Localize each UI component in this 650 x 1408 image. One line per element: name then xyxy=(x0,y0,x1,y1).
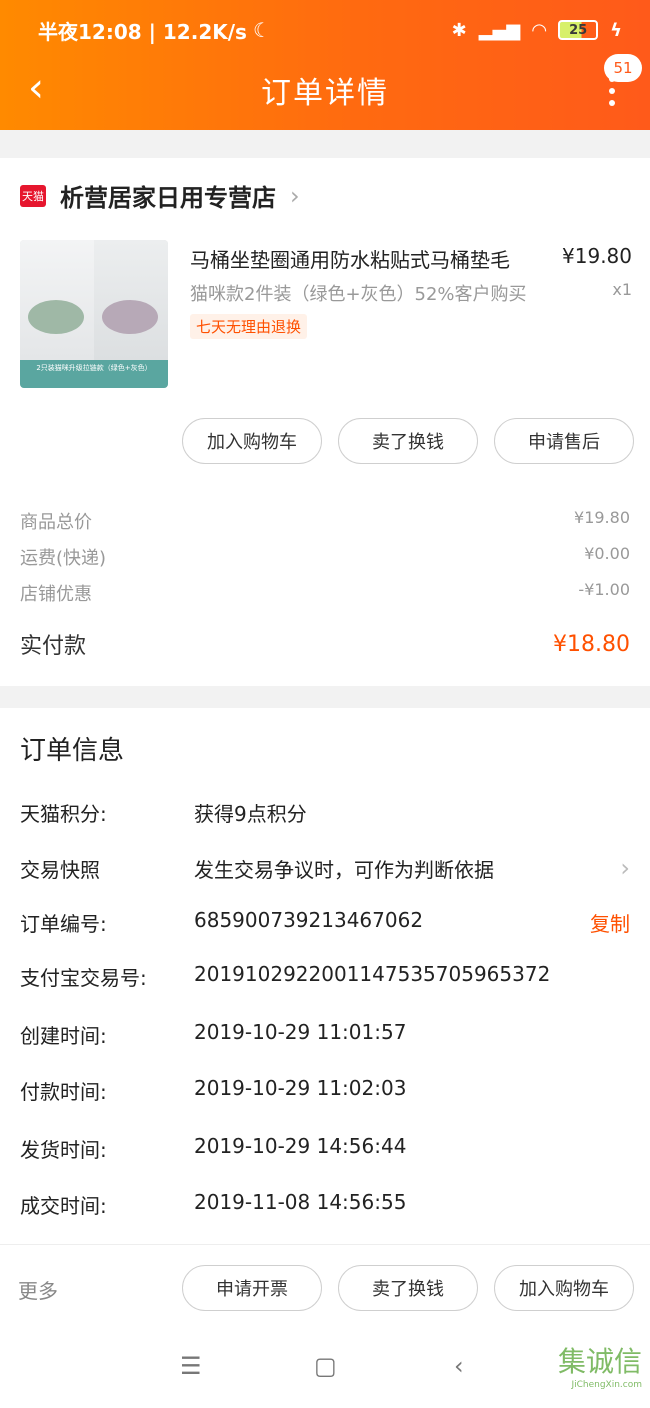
amount-paid-row: 实付款 ¥18.80 xyxy=(20,628,630,660)
menu-icon[interactable]: ☰ xyxy=(180,1352,202,1380)
more-button[interactable]: 更多 xyxy=(18,1275,58,1304)
watermark-text: 集诚信 xyxy=(557,1345,642,1378)
summary-label: 商品总价 xyxy=(20,512,92,533)
info-label: 支付宝交易号: xyxy=(20,966,147,990)
request-invoice-button[interactable]: 申请开票 xyxy=(182,1265,322,1311)
info-value: 2019-11-08 14:56:55 xyxy=(194,1190,407,1214)
add-to-cart-button[interactable]: 加入购物车 xyxy=(182,418,322,464)
info-value: 2019-10-29 11:01:57 xyxy=(194,1020,407,1044)
store-name: 析营居家日用专营店 xyxy=(60,184,276,212)
order-item-card: 天猫 析营居家日用专营店 › 2只装猫咪升级拉链款（绿色+灰色） 马桶坐垫圈通用… xyxy=(0,158,650,686)
watermark-sub: JiChengXin.com xyxy=(571,1380,642,1390)
moon-icon: ☾ xyxy=(252,18,271,42)
product-title[interactable]: 马桶坐垫圈通用防水粘贴式马桶垫毛 xyxy=(190,244,510,273)
status-time-speed: 半夜12:08 | 12.2K/s xyxy=(38,19,247,44)
info-value: 2019-10-29 11:02:03 xyxy=(194,1076,407,1100)
info-row-created-time: 创建时间: 2019-10-29 11:01:57 xyxy=(20,1020,630,1050)
info-row-points: 天猫积分: 获得9点积分 xyxy=(20,798,630,828)
chevron-right-icon: › xyxy=(290,181,300,210)
footer-action-bar: 更多 申请开票 卖了换钱 加入购物车 xyxy=(0,1244,650,1330)
info-row-snapshot[interactable]: 交易快照 发生交易争议时，可作为判断依据 › xyxy=(20,854,630,884)
info-label: 交易快照 xyxy=(20,858,100,882)
summary-value: ¥0.00 xyxy=(584,544,630,563)
summary-row-discount: 店铺优惠 -¥1.00 xyxy=(20,580,630,606)
copy-button[interactable]: 复制 xyxy=(590,908,630,937)
signal-icon: ▂▄▆ xyxy=(478,19,521,41)
summary-value: ¥19.80 xyxy=(574,508,630,527)
info-row-paid-time: 付款时间: 2019-10-29 11:02:03 xyxy=(20,1076,630,1106)
info-value: 685900739213467062 xyxy=(194,908,424,932)
page-title: 订单详情 xyxy=(261,76,389,111)
amount-paid-value: ¥18.80 xyxy=(553,631,630,657)
summary-row-total: 商品总价 ¥19.80 xyxy=(20,508,630,534)
status-bar: 半夜12:08 | 12.2K/s ☾ ✱ ▂▄▆ ◠ 25 ϟ xyxy=(38,14,622,46)
message-badge[interactable]: 51 xyxy=(604,54,642,82)
info-row-shipped-time: 发货时间: 2019-10-29 14:56:44 xyxy=(20,1134,630,1164)
product-quantity: x1 xyxy=(612,280,632,299)
order-info-title: 订单信息 xyxy=(20,736,125,766)
nav-bar: ‹ 订单详情 51 xyxy=(0,54,650,120)
info-row-alipay-number: 支付宝交易号: 2019102922001147535705965372 xyxy=(20,962,630,992)
home-icon[interactable]: ▢ xyxy=(314,1352,337,1380)
wifi-icon: ◠ xyxy=(532,19,547,41)
after-sales-button[interactable]: 申请售后 xyxy=(494,418,634,464)
summary-label: 运费(快递) xyxy=(20,548,107,569)
back-nav-icon[interactable]: ‹ xyxy=(454,1352,464,1380)
store-link[interactable]: 天猫 析营居家日用专营店 › xyxy=(20,178,300,213)
info-label: 创建时间: xyxy=(20,1024,107,1048)
info-value: 获得9点积分 xyxy=(194,802,307,826)
product-image[interactable]: 2只装猫咪升级拉链款（绿色+灰色） xyxy=(20,240,168,388)
resell-button[interactable]: 卖了换钱 xyxy=(338,1265,478,1311)
product-price: ¥19.80 xyxy=(562,244,632,268)
info-label: 订单编号: xyxy=(20,912,107,936)
amount-paid-label: 实付款 xyxy=(20,634,87,659)
summary-row-shipping: 运费(快递) ¥0.00 xyxy=(20,544,630,570)
info-label: 付款时间: xyxy=(20,1080,107,1104)
battery-icon: 25 xyxy=(558,20,599,40)
charging-icon: ϟ xyxy=(610,19,622,41)
info-value: 2019102922001147535705965372 xyxy=(194,962,551,986)
product-sku: 猫咪款2件装（绿色+灰色）52%客户购买 xyxy=(190,284,527,305)
add-to-cart-button[interactable]: 加入购物车 xyxy=(494,1265,634,1311)
info-label: 天猫积分: xyxy=(20,802,107,826)
info-value: 发生交易争议时，可作为判断依据 xyxy=(194,858,494,882)
info-label: 成交时间: xyxy=(20,1194,107,1218)
chevron-right-icon: › xyxy=(620,854,630,882)
product-image-banner: 2只装猫咪升级拉链款（绿色+灰色） xyxy=(20,360,168,388)
product-action-row: 加入购物车 卖了换钱 申请售后 xyxy=(0,418,650,466)
bluetooth-icon: ✱ xyxy=(451,19,467,41)
tmall-logo-icon: 天猫 xyxy=(20,184,46,207)
system-nav-bar: ☰ ▢ ‹ 集诚信 JiChengXin.com xyxy=(0,1330,650,1408)
order-info-card: 订单信息 天猫积分: 获得9点积分 交易快照 发生交易争议时，可作为判断依据 ›… xyxy=(0,708,650,1330)
info-value: 2019-10-29 14:56:44 xyxy=(194,1134,407,1158)
info-row-deal-time: 成交时间: 2019-11-08 14:56:55 xyxy=(20,1190,630,1220)
watermark-logo: 集诚信 JiChengXin.com xyxy=(532,1340,642,1400)
resell-button[interactable]: 卖了换钱 xyxy=(338,418,478,464)
summary-value: -¥1.00 xyxy=(578,580,630,599)
summary-label: 店铺优惠 xyxy=(20,584,92,605)
info-row-order-number: 订单编号: 685900739213467062 复制 xyxy=(20,908,630,938)
info-label: 发货时间: xyxy=(20,1138,107,1162)
return-policy-badge: 七天无理由退换 xyxy=(190,314,308,339)
header-bar: 半夜12:08 | 12.2K/s ☾ ✱ ▂▄▆ ◠ 25 ϟ ‹ 订单详情 … xyxy=(0,0,650,130)
more-menu-icon[interactable] xyxy=(604,76,620,116)
